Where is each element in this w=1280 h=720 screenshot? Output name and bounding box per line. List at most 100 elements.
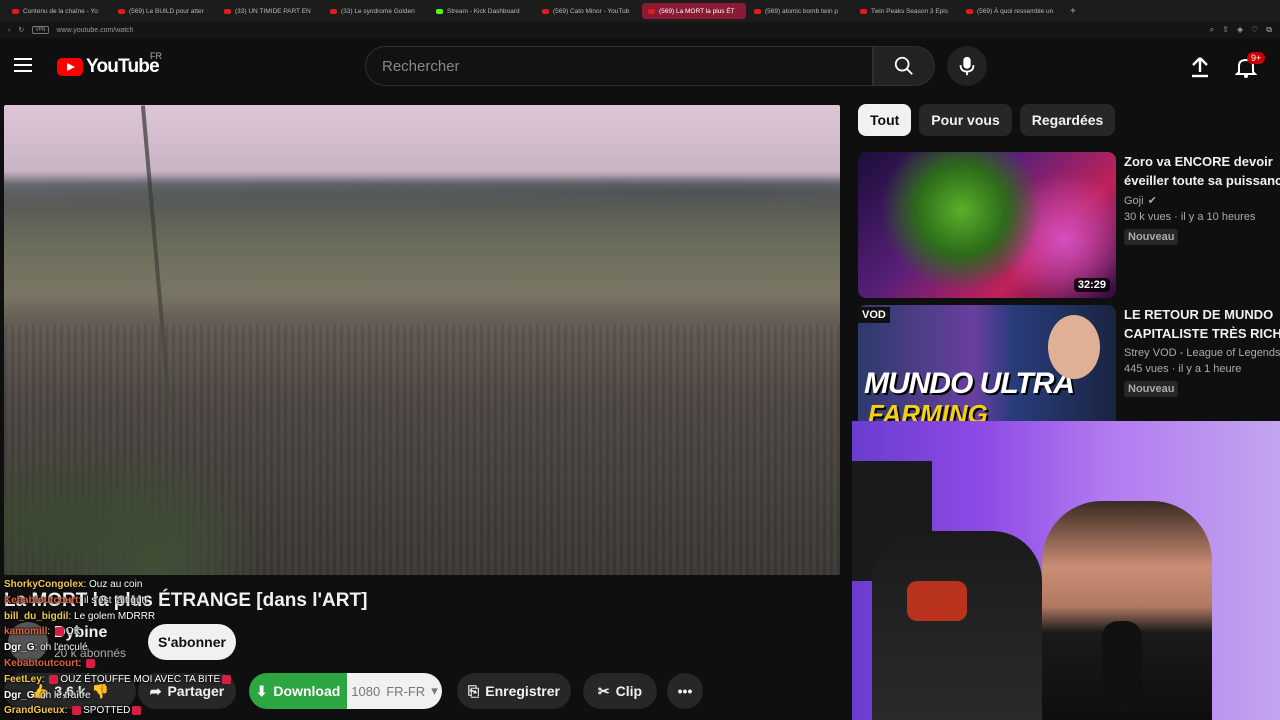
browser-tab-bar: Contenu de la chaîne - Yo (569) Le BUILD… (0, 0, 1280, 22)
bookmark-icon: ⎘ (468, 682, 480, 699)
browser-tab[interactable]: Twin Peaks Season 3 Epis (854, 3, 958, 19)
view-stats: 445 vues · il y a 1 heure (1124, 363, 1242, 375)
heart-icon[interactable]: ♡ (1251, 25, 1258, 35)
streamer-webcam (852, 421, 1280, 720)
back-icon[interactable]: ‹ (8, 27, 10, 34)
recommended-channel-name[interactable]: Strey VOD - League of Legends (1124, 347, 1280, 359)
chip-watched[interactable]: Regardées (1019, 104, 1116, 136)
youtube-icon (648, 8, 655, 14)
new-tab-button[interactable]: + (1070, 6, 1076, 17)
clip-button[interactable]: ✂ Clip (583, 673, 657, 709)
chat-text: il s'est fait gutt (84, 594, 148, 606)
menu-icon[interactable] (14, 58, 32, 72)
voice-search-button[interactable] (947, 46, 987, 86)
chat-text: oh l'enculé (40, 642, 88, 654)
chat-message: GrandGueux: SPOTTED (4, 703, 264, 719)
emote-icon (54, 627, 64, 637)
stream-chat-overlay: ShorkyCongolex: Ouz au coin Kebabtoutcou… (4, 577, 264, 719)
chat-text: Ouz au coin (89, 579, 143, 590)
recommended-channel-name[interactable]: Goji ✔ (1124, 194, 1280, 208)
video-frame (4, 173, 840, 213)
chat-text: OK (65, 626, 81, 638)
browser-tab[interactable]: Contenu de la chaîne - Yo (6, 3, 110, 19)
microphone-icon (959, 56, 975, 76)
youtube-icon (754, 8, 761, 14)
url-text[interactable]: www.youtube.com/watch (57, 27, 134, 34)
chat-username: GrandGueux (4, 705, 65, 717)
video-player[interactable] (4, 105, 840, 575)
chat-text: oh le traître (40, 689, 91, 701)
recommended-video-title[interactable]: LE RETOUR DE MUNDO (1124, 305, 1280, 324)
youtube-logo[interactable]: YouTube FR (57, 51, 162, 78)
thumbnail-face (1048, 315, 1100, 379)
chat-message: Kebabtoutcourt: il s'est fait gutt (4, 594, 148, 606)
share-icon[interactable]: ⇪ (1222, 25, 1229, 35)
video-duration: 32:29 (1073, 278, 1110, 292)
chat-username: bill_du_bigdil (4, 610, 69, 622)
chat-message: Kebabtoutcourt: (4, 656, 264, 672)
save-button[interactable]: ⎘ Enregistrer (457, 673, 571, 709)
zoom-icon[interactable]: ⌕ (1210, 25, 1214, 35)
chat-username: FeetLey (4, 673, 42, 685)
recommended-video-title[interactable]: Zoro va ENCORE devoir (1124, 152, 1280, 171)
browser-tab[interactable]: Stream - Kick Dashboard (430, 3, 534, 19)
recommendation-filter-chips: Tout Pour vous Regardées (858, 104, 1116, 136)
more-icon: ••• (677, 683, 693, 699)
recommended-video[interactable]: 32:29 Zoro va ENCORE devoir éveiller tou… (858, 152, 1280, 298)
verified-icon: ✔ (1147, 195, 1157, 207)
more-actions-button[interactable]: ••• (667, 673, 703, 709)
chat-text: Le golem MDRRR (74, 610, 156, 622)
search-box[interactable] (365, 46, 873, 86)
browser-tab[interactable]: (569) Cato Minor - YouTub (536, 3, 640, 19)
emote-icon (86, 658, 96, 668)
chip-for-you[interactable]: Pour vous (919, 104, 1012, 136)
video-thumbnail[interactable]: 32:29 (858, 152, 1116, 298)
browser-tab[interactable]: (569) atomic bomb twin p (748, 3, 852, 19)
notification-count-badge: 9+ (1247, 52, 1266, 64)
youtube-icon (12, 8, 19, 14)
address-bar: ‹ ↻ VPN www.youtube.com/watch ⌕ ⇪ ◈ ♡ ⧉ (0, 22, 1280, 38)
chat-username: ShorkyCongolex (4, 579, 84, 590)
youtube-icon (542, 8, 549, 14)
chevron-down-icon: ▾ (431, 683, 438, 698)
thumbnail-caption: MUNDO ULTRA (864, 367, 1075, 400)
reload-icon[interactable]: ↻ (18, 26, 24, 34)
emote-icon (132, 706, 142, 716)
chat-username: Kebabtoutcourt (4, 657, 79, 669)
chat-text: SPOTTED (83, 705, 131, 717)
recommended-video-title[interactable]: éveiller toute sa puissance (1124, 171, 1280, 190)
chat-username: kamomill (4, 626, 48, 638)
chat-text: OUZ ÉTOUFFE MOI AVEC TA BITE (60, 673, 221, 685)
chat-username: Dgr_G (4, 642, 35, 654)
youtube-icon (860, 8, 867, 14)
chat-message: FeetLey: OUZ ÉTOUFFE MOI AVEC TA BITE (4, 672, 264, 688)
shield-icon[interactable]: ◈ (1237, 25, 1243, 35)
search-icon (894, 56, 913, 75)
chip-all[interactable]: Tout (858, 104, 912, 136)
browser-tab[interactable]: (33) UN TIMIDE PART EN (218, 3, 322, 19)
browser-tab[interactable]: (33) Le syndrome Golden (324, 3, 428, 19)
scissors-icon: ✂ (597, 682, 610, 699)
extensions-icon[interactable]: ⧉ (1266, 25, 1272, 35)
browser-tab[interactable]: (569) À quoi ressemble un (960, 3, 1064, 19)
chat-message: ShorkyCongolex: Ouz au coin (4, 579, 143, 590)
thumbnail-tag: VOD (858, 307, 890, 323)
search-input[interactable] (382, 57, 872, 75)
upload-button[interactable] (1186, 54, 1214, 80)
recommended-video-title[interactable]: CAPITALISTE TRÈS RICHE (1124, 324, 1280, 343)
gaming-chair (872, 531, 1042, 720)
youtube-icon (330, 8, 337, 14)
view-stats: 30 k vues · il y a 10 heures (1124, 211, 1256, 223)
youtube-icon (118, 8, 125, 14)
browser-tab-active[interactable]: (569) La MORT la plus ÉT (642, 3, 746, 19)
chat-message: kamomill: OK (4, 626, 81, 638)
new-badge: Nouveau (1124, 229, 1179, 245)
emote-icon (222, 674, 232, 684)
youtube-play-icon (57, 58, 83, 76)
vpn-badge[interactable]: VPN (32, 26, 49, 34)
chat-message: bill_du_bigdil: Le golem MDRRR (4, 610, 156, 622)
search-button[interactable] (873, 46, 935, 86)
browser-tab[interactable]: (569) Le BUILD pour atter (112, 3, 216, 19)
emote-icon (72, 706, 82, 716)
quality-select[interactable]: 1080 FR-FR ▾ (347, 673, 442, 709)
